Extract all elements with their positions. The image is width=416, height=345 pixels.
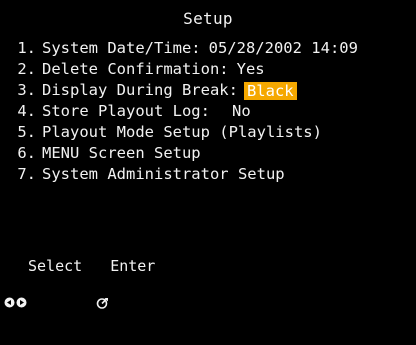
menu-item-number: 3. xyxy=(17,81,36,99)
select-hint-label: Select xyxy=(28,257,83,275)
menu-item-value: Yes xyxy=(236,60,265,78)
menu-item-value-selected[interactable]: Black xyxy=(243,81,297,100)
menu-item-label: Playout Mode Setup (Playlists) xyxy=(42,123,322,141)
screen-title: Setup xyxy=(183,9,233,28)
menu-item-label: System Date/Time: xyxy=(42,39,201,57)
menu-item-label: System Administrator Setup xyxy=(42,165,285,183)
menu-item-label: MENU Screen Setup xyxy=(42,144,201,162)
menu-item-number: 5. xyxy=(17,123,36,141)
key-help-bar: Select Enter xyxy=(4,257,156,309)
menu-item-system-administrator-setup[interactable]: 7. System Administrator Setup xyxy=(6,164,358,185)
menu-item-label: Display During Break: xyxy=(42,81,238,99)
menu-item-label: Store Playout Log: xyxy=(42,102,210,120)
menu-item-display-during-break[interactable]: 3. Display During Break: Black xyxy=(6,80,358,101)
menu-item-number: 6. xyxy=(17,144,36,162)
menu-item-delete-confirmation[interactable]: 2. Delete Confirmation: Yes xyxy=(6,59,358,80)
enter-icon xyxy=(96,261,109,309)
enter-hint-label: Enter xyxy=(110,257,156,275)
menu-item-menu-screen-setup[interactable]: 6. MENU Screen Setup xyxy=(6,143,358,164)
menu-item-number: 4. xyxy=(17,102,36,120)
menu-item-number: 7. xyxy=(17,165,36,183)
menu-item-number: 2. xyxy=(17,60,36,78)
setup-menu: 1. System Date/Time: 05/28/2002 14:09 2.… xyxy=(6,38,358,185)
menu-item-playout-mode-setup[interactable]: 5. Playout Mode Setup (Playlists) xyxy=(6,122,358,143)
menu-item-value: 05/28/2002 14:09 xyxy=(208,39,358,57)
left-arrow-icon xyxy=(4,261,15,307)
menu-item-number: 1. xyxy=(17,39,36,57)
menu-item-value: No xyxy=(231,102,251,120)
setup-screen: Setup 1. System Date/Time: 05/28/2002 14… xyxy=(0,0,416,309)
menu-item-system-date-time[interactable]: 1. System Date/Time: 05/28/2002 14:09 xyxy=(6,38,358,59)
menu-item-store-playout-log[interactable]: 4. Store Playout Log: No xyxy=(6,101,358,122)
right-arrow-icon xyxy=(16,261,27,307)
menu-item-label: Delete Confirmation: xyxy=(42,60,229,78)
